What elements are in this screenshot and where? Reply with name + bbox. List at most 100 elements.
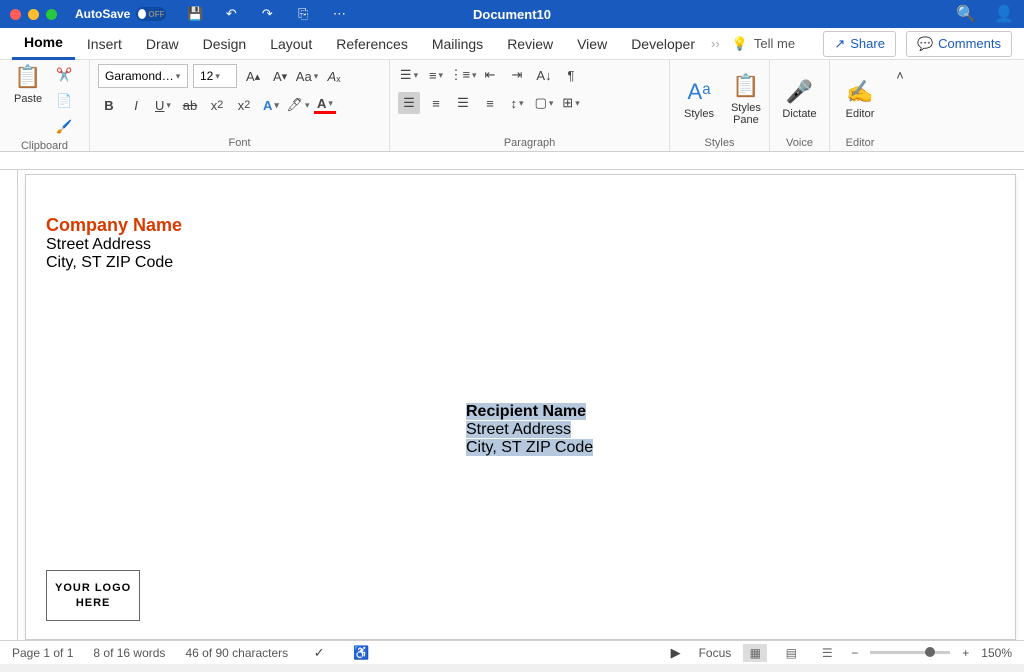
account-icon[interactable]: 👤 [994, 4, 1014, 24]
ellipsis-icon[interactable]: ⋯ [328, 3, 350, 25]
shading-icon[interactable]: ▢▾ [533, 92, 555, 114]
minimize-window-button[interactable] [28, 9, 39, 20]
bullets-icon[interactable]: ☰▾ [398, 64, 420, 86]
recipient-city[interactable]: City, ST ZIP Code [466, 439, 593, 456]
show-marks-icon[interactable]: ¶ [560, 64, 582, 86]
decrease-font-icon[interactable]: A▾ [269, 65, 291, 87]
align-left-icon[interactable]: ☰ [398, 92, 420, 114]
justify-icon[interactable]: ≡ [479, 92, 501, 114]
text-effects-icon[interactable]: A▾ [260, 94, 282, 116]
autosave-toggle[interactable]: AutoSave OFF [75, 7, 166, 21]
bold-icon[interactable]: B [98, 94, 120, 116]
highlight-icon[interactable]: 🖊▾ [287, 94, 309, 116]
logo-placeholder[interactable]: YOUR LOGO HERE [46, 570, 140, 621]
editor-button[interactable]: ✍️Editor [838, 64, 882, 135]
font-name-select[interactable]: Garamond…▾ [98, 64, 188, 88]
macro-icon[interactable]: ▶ [665, 642, 687, 664]
horizontal-ruler[interactable] [0, 152, 1024, 170]
save-icon[interactable]: 💾 [184, 3, 206, 25]
font-size-select[interactable]: 12▾ [193, 64, 237, 88]
zoom-out-button[interactable]: − [851, 646, 858, 660]
copy-icon[interactable]: 📄 [53, 90, 75, 112]
page[interactable]: Company Name Street Address City, ST ZIP… [25, 174, 1016, 640]
paste-button[interactable]: 📋 Paste [8, 64, 48, 105]
italic-icon[interactable]: I [125, 94, 147, 116]
cut-icon[interactable]: ✂️ [53, 64, 75, 86]
format-painter-icon[interactable]: 🖌️ [53, 116, 75, 138]
zoom-in-button[interactable]: + [962, 646, 969, 660]
tab-view[interactable]: View [565, 28, 619, 60]
comments-button[interactable]: 💬Comments [906, 31, 1012, 57]
tab-review[interactable]: Review [495, 28, 565, 60]
recipient-name[interactable]: Recipient Name [466, 403, 586, 420]
superscript-icon[interactable]: x2 [233, 94, 255, 116]
increase-indent-icon[interactable]: ⇥ [506, 64, 528, 86]
tell-me-search[interactable]: 💡 Tell me [732, 36, 795, 52]
sender-city[interactable]: City, ST ZIP Code [46, 254, 995, 272]
outline-view-icon[interactable]: ☰ [815, 644, 839, 662]
strikethrough-icon[interactable]: ab [179, 94, 201, 116]
char-count[interactable]: 46 of 90 characters [185, 646, 288, 660]
share-icon: ↗ [834, 36, 845, 52]
group-clipboard-label: Clipboard [8, 138, 81, 152]
zoom-level[interactable]: 150% [981, 646, 1012, 660]
window-controls [10, 9, 57, 20]
recipient-street[interactable]: Street Address [466, 421, 571, 438]
align-center-icon[interactable]: ≡ [425, 92, 447, 114]
sync-icon[interactable]: ⎘ [292, 3, 314, 25]
accessibility-icon[interactable]: ♿ [350, 642, 372, 664]
subscript-icon[interactable]: x2 [206, 94, 228, 116]
tab-developer[interactable]: Developer [619, 28, 707, 60]
ribbon-tabs: Home Insert Draw Design Layout Reference… [0, 28, 1024, 60]
recipient-block[interactable]: Recipient Name Street Address City, ST Z… [466, 403, 593, 457]
multilevel-list-icon[interactable]: ⋮≡▾ [452, 64, 474, 86]
underline-icon[interactable]: U▾ [152, 94, 174, 116]
styles-pane-button[interactable]: 📋Styles Pane [725, 73, 767, 126]
change-case-icon[interactable]: Aa▾ [296, 65, 318, 87]
font-color-icon[interactable]: A▾ [314, 96, 336, 114]
clear-formatting-icon[interactable]: Aₓ [323, 65, 345, 87]
editor-icon: ✍️ [846, 79, 873, 105]
paste-icon: 📋 [14, 64, 41, 90]
web-layout-view-icon[interactable]: ▤ [779, 644, 803, 662]
tab-references[interactable]: References [324, 28, 420, 60]
close-window-button[interactable] [10, 9, 21, 20]
group-editor-label: Editor [838, 135, 882, 149]
styles-pane-icon: 📋 [732, 73, 759, 99]
lightbulb-icon: 💡 [732, 36, 748, 52]
line-spacing-icon[interactable]: ↕▾ [506, 92, 528, 114]
increase-font-icon[interactable]: A▴ [242, 65, 264, 87]
spellcheck-icon[interactable]: ✓ [308, 642, 330, 664]
print-layout-view-icon[interactable]: ▦ [743, 644, 767, 662]
zoom-slider[interactable] [870, 651, 950, 654]
decrease-indent-icon[interactable]: ⇤ [479, 64, 501, 86]
tab-home[interactable]: Home [12, 28, 75, 60]
tab-mailings[interactable]: Mailings [420, 28, 495, 60]
company-name[interactable]: Company Name [46, 215, 995, 236]
document-title: Document10 [473, 7, 551, 22]
styles-icon: Aᵃ [688, 79, 711, 105]
styles-button[interactable]: AᵃStyles [678, 79, 720, 120]
borders-icon[interactable]: ⊞▾ [560, 92, 582, 114]
sender-block[interactable]: Company Name Street Address City, ST ZIP… [46, 215, 995, 272]
numbering-icon[interactable]: ≡▾ [425, 64, 447, 86]
page-count[interactable]: Page 1 of 1 [12, 646, 73, 660]
title-bar: AutoSave OFF 💾 ↶ ↷ ⎘ ⋯ Document10 🔍 👤 [0, 0, 1024, 28]
maximize-window-button[interactable] [46, 9, 57, 20]
vertical-ruler[interactable] [0, 170, 18, 640]
sort-icon[interactable]: A↓ [533, 64, 555, 86]
dictate-button[interactable]: 🎤Dictate [778, 64, 821, 135]
share-button[interactable]: ↗Share [823, 31, 896, 57]
tab-draw[interactable]: Draw [134, 28, 191, 60]
redo-icon[interactable]: ↷ [256, 3, 278, 25]
focus-mode[interactable]: Focus [699, 646, 732, 660]
collapse-ribbon-icon[interactable]: ˄ [890, 64, 910, 86]
word-count[interactable]: 8 of 16 words [93, 646, 165, 660]
tab-insert[interactable]: Insert [75, 28, 134, 60]
sender-street[interactable]: Street Address [46, 236, 995, 254]
undo-icon[interactable]: ↶ [220, 3, 242, 25]
tab-design[interactable]: Design [191, 28, 259, 60]
tab-layout[interactable]: Layout [258, 28, 324, 60]
align-right-icon[interactable]: ☰ [452, 92, 474, 114]
search-icon[interactable]: 🔍 [956, 4, 976, 24]
